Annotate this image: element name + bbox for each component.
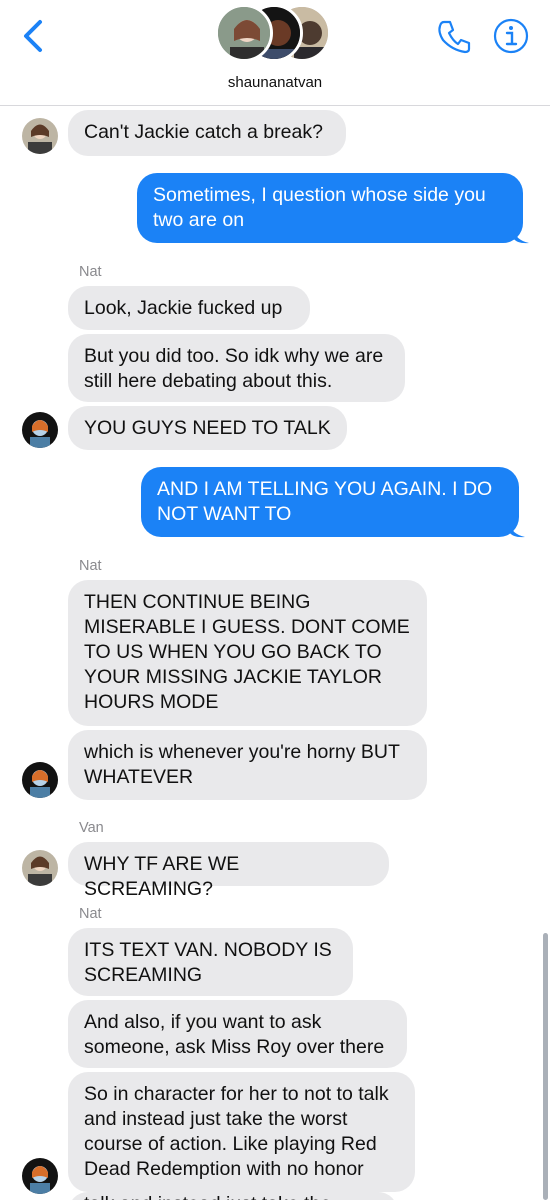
message-bubble[interactable]: So in character for her to not to talk a…: [68, 1072, 415, 1192]
message-bubble[interactable]: But you did too. So idk why we are still…: [68, 334, 405, 402]
conversation-title[interactable]: shaunanatvan: [0, 74, 550, 91]
sender-label: Nat: [79, 558, 102, 574]
bubble-tail: [513, 228, 529, 244]
conversation-header: shaunanatvan: [0, 0, 550, 106]
message-bubble[interactable]: And also, if you want to ask someone, as…: [68, 1000, 407, 1068]
message-bubble[interactable]: which is whenever you're horny BUT WHATE…: [68, 730, 427, 800]
message-bubble[interactable]: talk and instead just take the worst: [68, 1192, 398, 1200]
avatar[interactable]: [22, 762, 58, 798]
message-bubble[interactable]: Look, Jackie fucked up: [68, 286, 310, 330]
avatar[interactable]: [22, 1158, 58, 1194]
sender-label: Nat: [79, 906, 102, 922]
chevron-left-icon[interactable]: [20, 18, 48, 54]
avatar[interactable]: [22, 118, 58, 154]
sender-label: Nat: [79, 264, 102, 280]
group-avatar-stack[interactable]: [215, 2, 335, 64]
avatar[interactable]: [22, 850, 58, 886]
message-bubble[interactable]: Can't Jackie catch a break?: [68, 110, 346, 156]
message-bubble[interactable]: ITS TEXT VAN. NOBODY IS SCREAMING: [68, 928, 353, 996]
bubble-tail: [509, 522, 525, 538]
message-bubble[interactable]: YOU GUYS NEED TO TALK: [68, 406, 347, 450]
avatar: [215, 4, 273, 62]
scrollbar[interactable]: [543, 933, 548, 1200]
message-bubble[interactable]: THEN CONTINUE BEING MISERABLE I GUESS. D…: [68, 580, 427, 726]
message-bubble[interactable]: Sometimes, I question whose side you two…: [137, 173, 523, 243]
info-icon[interactable]: [493, 18, 529, 54]
message-bubble[interactable]: AND I AM TELLING YOU AGAIN. I DO NOT WAN…: [141, 467, 519, 537]
message-bubble[interactable]: WHY TF ARE WE SCREAMING?: [68, 842, 389, 900]
avatar[interactable]: [22, 412, 58, 448]
sender-label: Van: [79, 820, 104, 836]
phone-icon[interactable]: [436, 18, 472, 54]
